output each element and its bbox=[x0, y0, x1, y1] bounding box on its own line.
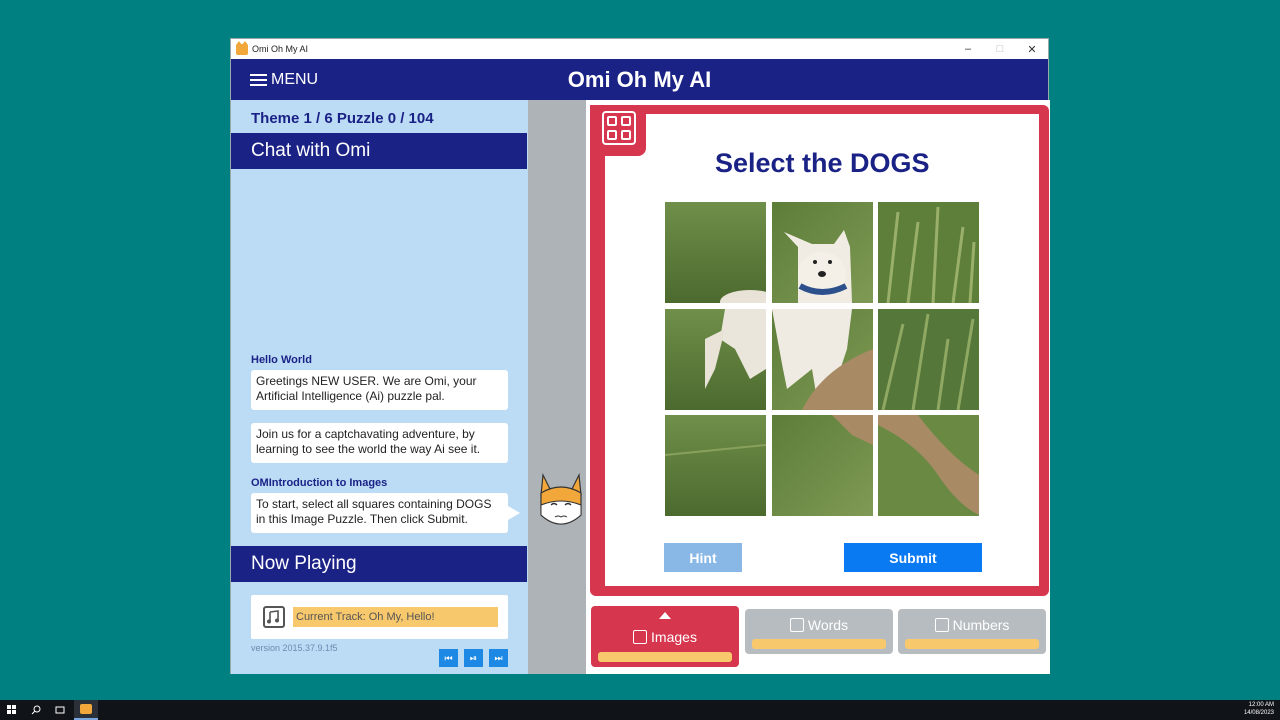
hint-button[interactable]: Hint bbox=[664, 543, 742, 572]
puzzle-tile[interactable] bbox=[878, 202, 979, 303]
puzzle-frame: Select the DOGS Hint Submit bbox=[590, 105, 1049, 596]
image-grid bbox=[665, 202, 981, 518]
chat-message: To start, select all squares containing … bbox=[251, 493, 520, 533]
puzzle-tile[interactable] bbox=[665, 202, 766, 303]
document-icon bbox=[789, 618, 804, 632]
current-track: Current Track: Oh My, Hello! bbox=[293, 607, 498, 627]
puzzle-tile[interactable] bbox=[665, 415, 766, 516]
tab-progress-bar bbox=[752, 639, 886, 649]
tab-words[interactable]: Words bbox=[745, 609, 893, 654]
puzzle-tile[interactable] bbox=[772, 309, 873, 410]
divider-strip bbox=[528, 100, 586, 674]
grid-icon bbox=[633, 630, 648, 644]
omi-fox-mascot-icon bbox=[540, 472, 582, 525]
tab-label: Words bbox=[807, 617, 849, 633]
puzzle-tile[interactable] bbox=[878, 415, 979, 516]
app-window: Omi Oh My AI – □ ✕ Omi Oh My AI MENU The… bbox=[230, 38, 1050, 674]
app-title: Omi Oh My AI bbox=[567, 67, 712, 92]
submit-button[interactable]: Submit bbox=[844, 543, 982, 572]
puzzle-area: Select the DOGS Hint Submit Images Words… bbox=[586, 100, 1050, 674]
puzzle-tile[interactable] bbox=[772, 415, 873, 516]
caret-up-icon bbox=[659, 612, 671, 619]
start-button[interactable] bbox=[4, 700, 20, 720]
windows-icon bbox=[7, 705, 16, 714]
tab-images[interactable]: Images bbox=[591, 606, 739, 667]
task-view-button[interactable] bbox=[52, 700, 68, 720]
window-title: Omi Oh My AI bbox=[252, 44, 309, 54]
tab-label: Images bbox=[651, 629, 697, 645]
search-icon bbox=[31, 705, 41, 715]
numbers-icon bbox=[934, 618, 949, 632]
next-track-button[interactable]: ⏭ bbox=[489, 649, 508, 667]
search-button[interactable] bbox=[28, 700, 44, 720]
menu-button[interactable]: MENU bbox=[250, 59, 318, 100]
puzzle-tile[interactable] bbox=[878, 309, 979, 410]
task-view-icon bbox=[55, 706, 65, 714]
puzzle-card: Select the DOGS Hint Submit bbox=[605, 114, 1039, 586]
play-pause-button[interactable]: ⏯ bbox=[464, 649, 483, 667]
progress-indicator: Theme 1 / 6 Puzzle 0 / 104 bbox=[251, 110, 434, 127]
chat-panel: Theme 1 / 6 Puzzle 0 / 104 Chat with Omi… bbox=[231, 100, 528, 674]
chat-header: Chat with Omi bbox=[231, 133, 527, 169]
tab-label: Numbers bbox=[952, 617, 1010, 633]
system-clock[interactable]: 12:00 AM 14/08/2023 bbox=[1244, 701, 1274, 717]
taskbar: 12:00 AM 14/08/2023 bbox=[0, 700, 1280, 720]
puzzle-tile[interactable] bbox=[772, 202, 873, 303]
playback-controls: ⏮ ⏯ ⏭ bbox=[439, 649, 508, 667]
music-note-icon bbox=[263, 606, 285, 628]
chat-sender: Hello World bbox=[251, 354, 312, 366]
hamburger-icon bbox=[250, 73, 267, 86]
menu-bar: Omi Oh My AI MENU bbox=[231, 59, 1048, 100]
clock-time: 12:00 AM bbox=[1248, 702, 1274, 708]
now-playing-header: Now Playing bbox=[231, 546, 527, 582]
chat-message: Join us for a captchavating adventure, b… bbox=[251, 423, 508, 463]
tab-progress-bar bbox=[598, 652, 732, 662]
window-controls: – □ ✕ bbox=[952, 39, 1048, 59]
maximize-button[interactable]: □ bbox=[984, 39, 1016, 59]
chat-message: Greetings NEW USER. We are Omi, your Art… bbox=[251, 370, 508, 410]
puzzle-title: Select the DOGS bbox=[715, 148, 930, 178]
previous-track-button[interactable]: ⏮ bbox=[439, 649, 458, 667]
version-text: version 2015.37.9.1f5 bbox=[251, 643, 338, 653]
title-bar: Omi Oh My AI – □ ✕ bbox=[231, 39, 1048, 59]
tab-numbers[interactable]: Numbers bbox=[898, 609, 1046, 654]
cat-logo-icon bbox=[236, 40, 248, 55]
menu-label: MENU bbox=[271, 70, 319, 88]
puzzle-tile[interactable] bbox=[665, 309, 766, 410]
close-button[interactable]: ✕ bbox=[1016, 39, 1048, 59]
minimize-button[interactable]: – bbox=[952, 39, 984, 59]
clock-date: 14/08/2023 bbox=[1243, 710, 1274, 716]
music-player: Current Track: Oh My, Hello! bbox=[251, 595, 508, 639]
tab-progress-bar bbox=[905, 639, 1039, 649]
cat-logo-icon bbox=[80, 704, 92, 714]
image-puzzle-corner bbox=[590, 105, 646, 156]
taskbar-app-omi[interactable] bbox=[74, 700, 98, 720]
chat-sender: OMIntroduction to Images bbox=[251, 477, 388, 489]
grid-icon bbox=[602, 111, 636, 145]
